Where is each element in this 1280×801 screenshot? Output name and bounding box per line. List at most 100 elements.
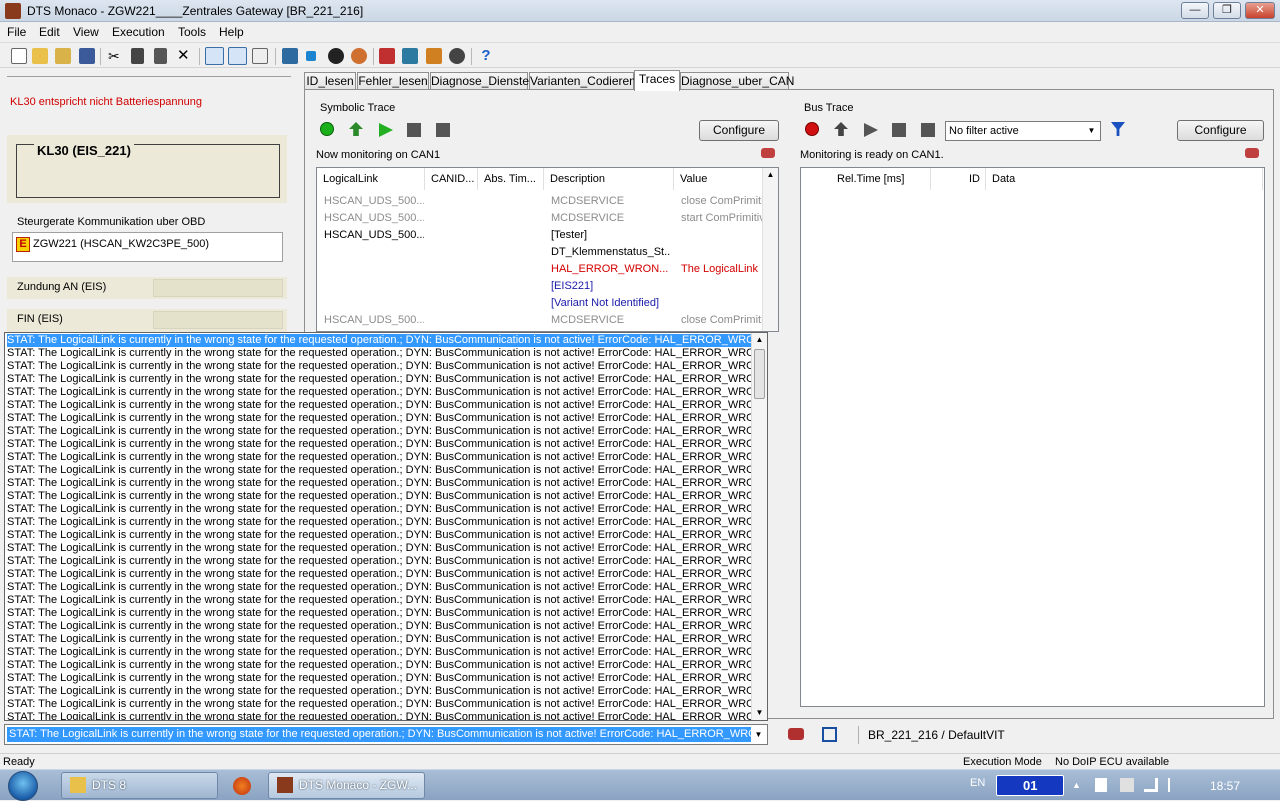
- bus-filter-select[interactable]: No filter active ▼: [945, 121, 1101, 141]
- taskbar-item-dts-monaco[interactable]: DTS Monaco - ZGW...: [268, 772, 425, 799]
- flag-icon[interactable]: [1168, 778, 1180, 792]
- dropdown-item[interactable]: STAT: The LogicalLink is currently in th…: [7, 542, 755, 555]
- dropdown-item[interactable]: STAT: The LogicalLink is currently in th…: [7, 360, 755, 373]
- dropdown-item[interactable]: STAT: The LogicalLink is currently in th…: [7, 464, 755, 477]
- paste-icon[interactable]: [154, 48, 167, 64]
- dropdown-item[interactable]: STAT: The LogicalLink is currently in th…: [7, 594, 755, 607]
- stop-trace-icon[interactable]: [805, 122, 819, 136]
- menu-edit[interactable]: Edit: [39, 25, 60, 39]
- menu-file[interactable]: File: [7, 25, 26, 39]
- delete-icon[interactable]: ✕: [177, 48, 193, 64]
- start-button[interactable]: [8, 771, 38, 801]
- dropdown-item[interactable]: STAT: The LogicalLink is currently in th…: [7, 685, 755, 698]
- eraser-icon[interactable]: [788, 728, 804, 740]
- tab-traces[interactable]: Traces: [634, 70, 680, 91]
- dropdown-item[interactable]: STAT: The LogicalLink is currently in th…: [7, 399, 755, 412]
- dropdown-item[interactable]: STAT: The LogicalLink is currently in th…: [7, 386, 755, 399]
- record-icon[interactable]: [328, 48, 344, 64]
- maximize-button[interactable]: ❐: [1213, 2, 1241, 19]
- dropdown-item[interactable]: STAT: The LogicalLink is currently in th…: [7, 711, 755, 720]
- col-canid[interactable]: CANID...: [425, 168, 478, 190]
- columns-icon[interactable]: [436, 123, 450, 137]
- new-icon[interactable]: [11, 48, 27, 64]
- dropdown-item[interactable]: STAT: The LogicalLink is currently in th…: [7, 659, 755, 672]
- bus-trace-grid[interactable]: Rel.Time [ms] ID Data: [800, 167, 1265, 707]
- dropdown-item[interactable]: STAT: The LogicalLink is currently in th…: [7, 490, 755, 503]
- dropdown-item[interactable]: STAT: The LogicalLink is currently in th…: [7, 620, 755, 633]
- dropdown-item[interactable]: STAT: The LogicalLink is currently in th…: [7, 347, 755, 360]
- ime-indicator[interactable]: 01: [996, 775, 1064, 796]
- col-logicallink[interactable]: LogicalLink: [317, 168, 425, 190]
- open-folder-icon[interactable]: [55, 48, 71, 64]
- menu-help[interactable]: Help: [219, 25, 244, 39]
- dropdown-item[interactable]: STAT: The LogicalLink is currently in th…: [7, 425, 755, 438]
- dropdown-scroll-thumb[interactable]: [754, 349, 765, 399]
- symbolic-scrollbar[interactable]: ▲: [762, 168, 778, 331]
- tab-id-lesen[interactable]: ID_lesen: [304, 72, 356, 90]
- bus-clear-icon[interactable]: [1245, 148, 1259, 158]
- dropdown-item[interactable]: STAT: The LogicalLink is currently in th…: [7, 646, 755, 659]
- exit-icon[interactable]: [822, 727, 837, 742]
- dropdown-item[interactable]: STAT: The LogicalLink is currently in th…: [7, 477, 755, 490]
- symbolic-configure-button[interactable]: Configure: [699, 120, 779, 141]
- col-abstime[interactable]: Abs. Tim...: [478, 168, 544, 190]
- clock[interactable]: 18:57: [1210, 779, 1240, 793]
- taskbar-item-dts8[interactable]: DTS 8: [61, 772, 218, 799]
- bus-configure-button[interactable]: Configure: [1177, 120, 1264, 141]
- menu-view[interactable]: View: [73, 25, 99, 39]
- menu-tools[interactable]: Tools: [178, 25, 206, 39]
- save-icon[interactable]: [79, 48, 95, 64]
- cut-icon[interactable]: ✂: [108, 48, 124, 64]
- language-indicator[interactable]: EN: [970, 777, 985, 789]
- close-button[interactable]: ✕: [1245, 2, 1275, 19]
- col-data[interactable]: Data: [986, 168, 1263, 190]
- tab-varianten-codieren[interactable]: Varianten_Codieren: [529, 72, 636, 90]
- copy-icon[interactable]: [131, 48, 144, 64]
- dropdown-item[interactable]: STAT: The LogicalLink is currently in th…: [7, 529, 755, 542]
- help-icon[interactable]: ?: [478, 48, 494, 64]
- bus-filter-icon[interactable]: [892, 123, 906, 137]
- tab-diagnose-uber-can[interactable]: Diagnose_uber_CAN: [680, 72, 794, 90]
- col-value[interactable]: Value: [674, 168, 774, 190]
- play-icon[interactable]: [379, 123, 393, 137]
- settings-icon[interactable]: [379, 48, 395, 64]
- dropdown-item[interactable]: STAT: The LogicalLink is currently in th…: [7, 672, 755, 685]
- export-icon[interactable]: [349, 122, 363, 136]
- ecu-list-item[interactable]: ZGW221 (HSCAN_KW2C3PE_500): [33, 238, 209, 250]
- clear-icon[interactable]: [761, 148, 775, 158]
- network-signal-icon[interactable]: [1144, 778, 1158, 792]
- funnel-icon[interactable]: [1111, 122, 1125, 136]
- tab-fehler-lesen[interactable]: Fehler_lesen: [357, 72, 429, 90]
- col-reltime[interactable]: Rel.Time [ms]: [801, 168, 931, 190]
- bus-columns-icon[interactable]: [921, 123, 935, 137]
- connect-icon[interactable]: [282, 48, 298, 64]
- tool-icon[interactable]: [449, 48, 465, 64]
- open-icon[interactable]: [32, 48, 48, 64]
- layout-1-icon[interactable]: [205, 47, 224, 65]
- tray-app-icon[interactable]: [1120, 778, 1134, 792]
- refresh-icon[interactable]: [351, 48, 367, 64]
- dropdown-item[interactable]: STAT: The LogicalLink is currently in th…: [7, 373, 755, 386]
- message-dropdown-list[interactable]: STAT: The LogicalLink is currently in th…: [4, 332, 768, 721]
- minimize-button[interactable]: —: [1181, 2, 1209, 19]
- bus-export-icon[interactable]: [834, 122, 848, 136]
- dropdown-item[interactable]: STAT: The LogicalLink is currently in th…: [7, 555, 755, 568]
- message-combo[interactable]: STAT: The LogicalLink is currently in th…: [4, 724, 768, 745]
- bus-play-icon[interactable]: [864, 123, 878, 137]
- dropdown-scrollbar[interactable]: ▲ ▼: [751, 333, 767, 720]
- dropdown-item[interactable]: STAT: The LogicalLink is currently in th…: [7, 516, 755, 529]
- start-trace-icon[interactable]: [320, 122, 334, 136]
- tray-expand-icon[interactable]: ▲: [1072, 780, 1081, 790]
- col-id[interactable]: ID: [931, 168, 986, 190]
- col-description[interactable]: Description: [544, 168, 674, 190]
- dropdown-item[interactable]: STAT: The LogicalLink is currently in th…: [7, 503, 755, 516]
- dropdown-item[interactable]: STAT: The LogicalLink is currently in th…: [7, 412, 755, 425]
- dropdown-item[interactable]: STAT: The LogicalLink is currently in th…: [7, 568, 755, 581]
- ecu-icon[interactable]: [426, 48, 442, 64]
- dropdown-item[interactable]: STAT: The LogicalLink is currently in th…: [7, 698, 755, 711]
- dropdown-item[interactable]: STAT: The LogicalLink is currently in th…: [7, 633, 755, 646]
- dropdown-item[interactable]: STAT: The LogicalLink is currently in th…: [7, 581, 755, 594]
- firefox-icon[interactable]: [233, 777, 251, 795]
- tray-device-icon[interactable]: [1095, 778, 1107, 792]
- menu-execution[interactable]: Execution: [112, 25, 165, 39]
